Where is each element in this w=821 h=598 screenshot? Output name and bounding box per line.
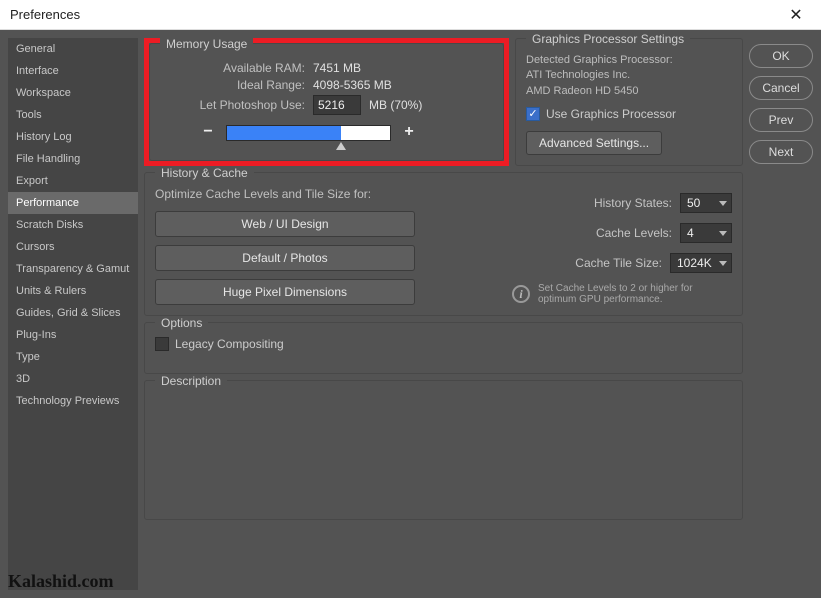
sidebar-item-export[interactable]: Export [8, 170, 138, 192]
let-use-input[interactable] [313, 95, 361, 115]
ideal-range-value: 4098-5365 MB [313, 78, 392, 92]
optimize-label: Optimize Cache Levels and Tile Size for: [155, 187, 415, 201]
memory-highlight: Memory Usage Available RAM: 7451 MB Idea… [144, 38, 509, 166]
sidebar-item-general[interactable]: General [8, 38, 138, 60]
sidebar-item-technology-previews[interactable]: Technology Previews [8, 390, 138, 412]
gpu-card: AMD Radeon HD 5450 [526, 84, 732, 99]
cache-levels-value: 4 [687, 226, 694, 240]
sidebar-item-type[interactable]: Type [8, 346, 138, 368]
memory-slider-marker [336, 142, 346, 150]
cache-levels-select[interactable]: 4 [680, 223, 732, 243]
sidebar-item-scratch-disks[interactable]: Scratch Disks [8, 214, 138, 236]
sidebar-item-interface[interactable]: Interface [8, 60, 138, 82]
let-use-suffix: MB (70%) [369, 98, 422, 112]
ok-button[interactable]: OK [749, 44, 813, 68]
sidebar-item-guides-grid-slices[interactable]: Guides, Grid & Slices [8, 302, 138, 324]
cache-tile-value: 1024K [677, 256, 712, 270]
dialog-buttons: OK Cancel Prev Next [749, 38, 813, 590]
content: GeneralInterfaceWorkspaceToolsHistory Lo… [0, 30, 821, 598]
ideal-range-label: Ideal Range: [160, 78, 305, 92]
legacy-compositing-row[interactable]: Legacy Compositing [155, 337, 732, 351]
sidebar-item-plug-ins[interactable]: Plug-Ins [8, 324, 138, 346]
sidebar-item-file-handling[interactable]: File Handling [8, 148, 138, 170]
memory-minus-button[interactable]: − [200, 125, 216, 141]
prev-button[interactable]: Prev [749, 108, 813, 132]
sidebar-item-tools[interactable]: Tools [8, 104, 138, 126]
sidebar-item-transparency-gamut[interactable]: Transparency & Gamut [8, 258, 138, 280]
history-states-select[interactable]: 50 [680, 193, 732, 213]
cache-tile-select[interactable]: 1024K [670, 253, 732, 273]
description-group: Description [144, 380, 743, 520]
close-icon[interactable]: ✕ [781, 5, 811, 25]
legacy-compositing-checkbox[interactable] [155, 337, 169, 351]
history-legend: History & Cache [155, 166, 254, 180]
preset-default-button[interactable]: Default / Photos [155, 245, 415, 271]
info-icon: i [512, 285, 530, 303]
use-gpu-checkbox-row[interactable]: ✓ Use Graphics Processor [526, 107, 732, 121]
preset-web-button[interactable]: Web / UI Design [155, 211, 415, 237]
let-use-label: Let Photoshop Use: [160, 98, 305, 112]
sidebar-item-3d[interactable]: 3D [8, 368, 138, 390]
history-cache-group: History & Cache Optimize Cache Levels an… [144, 172, 743, 316]
legacy-compositing-label: Legacy Compositing [175, 337, 284, 351]
memory-usage-group: Memory Usage Available RAM: 7451 MB Idea… [149, 43, 504, 161]
preset-huge-button[interactable]: Huge Pixel Dimensions [155, 279, 415, 305]
cache-hint: i Set Cache Levels to 2 or higher for op… [512, 283, 732, 305]
memory-legend: Memory Usage [160, 37, 253, 51]
available-ram-value: 7451 MB [313, 61, 361, 75]
chevron-down-icon [719, 201, 727, 206]
memory-slider[interactable] [226, 125, 391, 141]
sidebar-item-workspace[interactable]: Workspace [8, 82, 138, 104]
options-legend: Options [155, 316, 208, 330]
advanced-settings-button[interactable]: Advanced Settings... [526, 131, 662, 155]
gpu-detected-label: Detected Graphics Processor: [526, 53, 732, 68]
sidebar-item-history-log[interactable]: History Log [8, 126, 138, 148]
description-legend: Description [155, 374, 227, 388]
sidebar-item-cursors[interactable]: Cursors [8, 236, 138, 258]
window-title: Preferences [10, 7, 781, 22]
gpu-legend: Graphics Processor Settings [526, 32, 690, 46]
cache-hint-text: Set Cache Levels to 2 or higher for opti… [538, 283, 732, 305]
options-group: Options Legacy Compositing [144, 322, 743, 374]
sidebar-item-units-rulers[interactable]: Units & Rulers [8, 280, 138, 302]
cache-tile-label: Cache Tile Size: [552, 256, 662, 270]
use-gpu-checkbox[interactable]: ✓ [526, 107, 540, 121]
cache-levels-label: Cache Levels: [562, 226, 672, 240]
next-button[interactable]: Next [749, 140, 813, 164]
main: Memory Usage Available RAM: 7451 MB Idea… [144, 38, 743, 590]
memory-slider-fill [227, 126, 341, 140]
chevron-down-icon [719, 261, 727, 266]
gpu-group: Graphics Processor Settings Detected Gra… [515, 38, 743, 166]
titlebar: Preferences ✕ [0, 0, 821, 30]
gpu-vendor: ATI Technologies Inc. [526, 68, 732, 83]
sidebar-item-performance[interactable]: Performance [8, 192, 138, 214]
chevron-down-icon [719, 231, 727, 236]
available-ram-label: Available RAM: [160, 61, 305, 75]
memory-plus-button[interactable]: + [401, 125, 417, 141]
history-states-value: 50 [687, 196, 700, 210]
cancel-button[interactable]: Cancel [749, 76, 813, 100]
watermark: Kalashid.com [8, 571, 114, 592]
sidebar: GeneralInterfaceWorkspaceToolsHistory Lo… [8, 38, 138, 590]
use-gpu-label: Use Graphics Processor [546, 107, 676, 121]
history-states-label: History States: [562, 196, 672, 210]
